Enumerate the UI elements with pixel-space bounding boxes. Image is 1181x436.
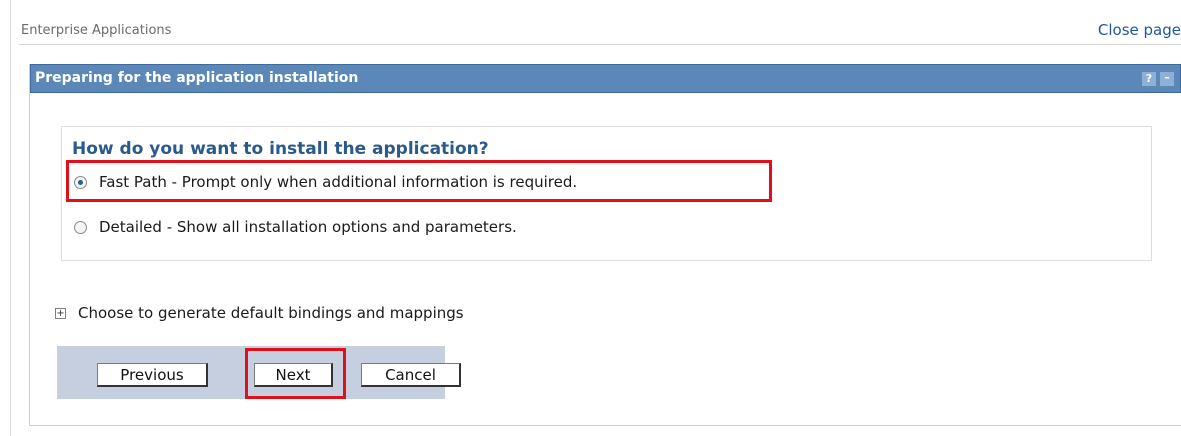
install-options-box: How do you want to install the applicati…	[61, 126, 1152, 261]
close-page-link[interactable]: Close page	[1098, 21, 1181, 39]
detailed-label: Detailed - Show all installation options…	[99, 218, 517, 236]
next-highlight	[245, 348, 346, 399]
expand-plus-icon[interactable]: +	[55, 307, 66, 319]
page-header: Enterprise Applications Close page	[19, 14, 1181, 45]
fast-path-highlight	[66, 160, 772, 202]
detailed-radio[interactable]	[74, 220, 87, 234]
bindings-expander-label: Choose to generate default bindings and …	[78, 304, 464, 322]
portlet-title: Preparing for the application installati…	[35, 70, 359, 86]
page-left-border	[10, 0, 11, 436]
install-portlet: Preparing for the application installati…	[29, 64, 1181, 426]
button-bar: Previous Next Cancel	[57, 346, 461, 399]
breadcrumb: Enterprise Applications	[21, 23, 172, 38]
detailed-option[interactable]: Detailed - Show all installation options…	[74, 218, 517, 236]
minimize-icon[interactable]: –	[1160, 72, 1174, 86]
portlet-titlebar: Preparing for the application installati…	[30, 64, 1181, 93]
help-icon[interactable]: ?	[1142, 72, 1156, 86]
install-question: How do you want to install the applicati…	[72, 139, 489, 159]
previous-button[interactable]: Previous	[97, 363, 208, 387]
cancel-button[interactable]: Cancel	[361, 363, 461, 387]
bindings-expander[interactable]: + Choose to generate default bindings an…	[55, 304, 464, 322]
